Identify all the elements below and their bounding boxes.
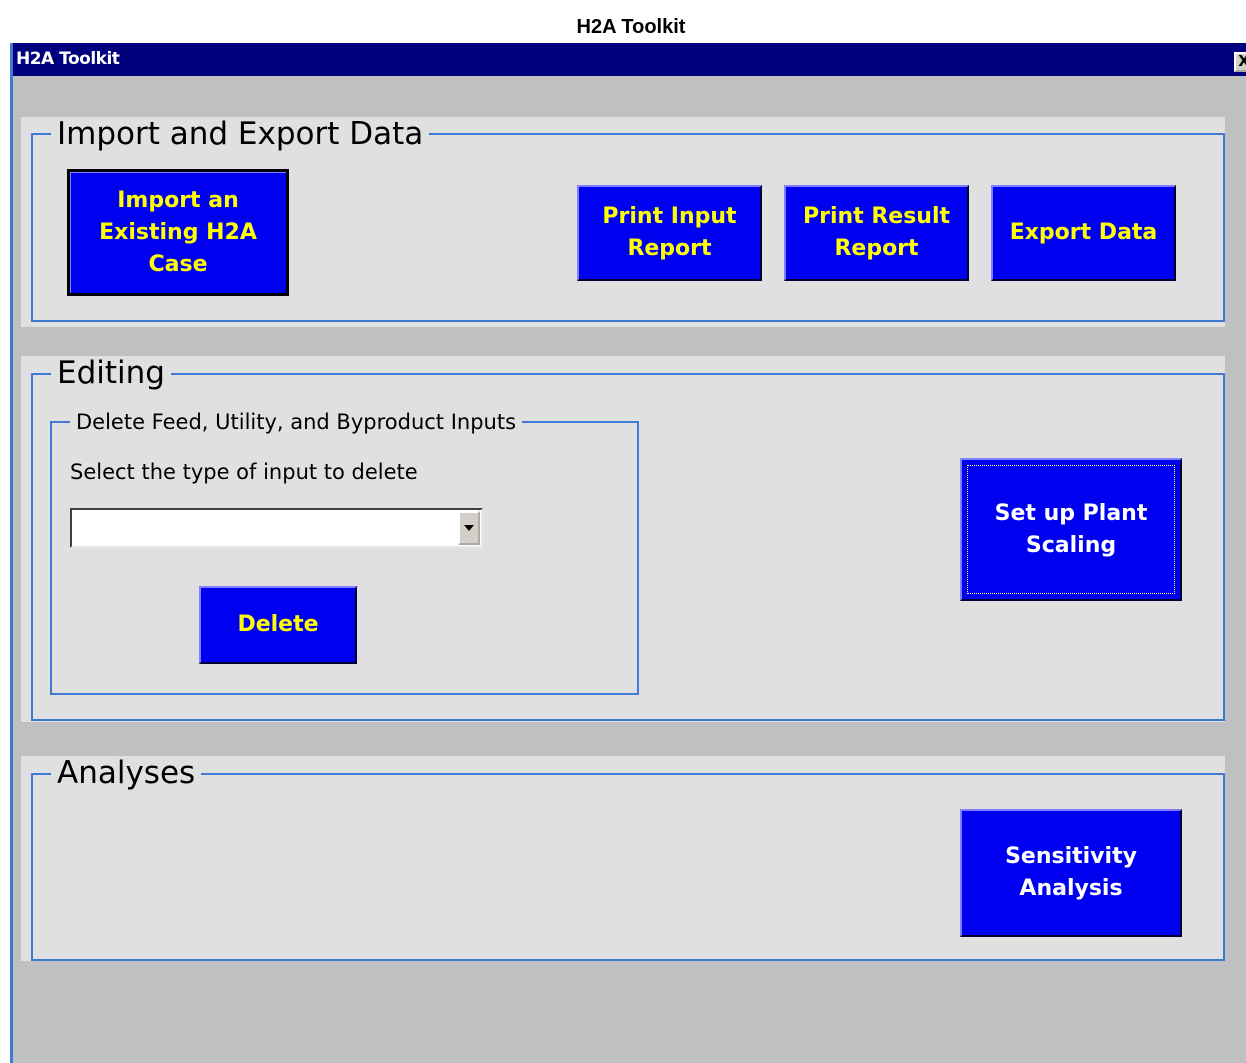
delete-inputs-label: Delete Feed, Utility, and Byproduct Inpu… bbox=[70, 412, 523, 433]
export-data-button[interactable]: Export Data bbox=[991, 185, 1176, 281]
plant-scaling-button[interactable]: Set up Plant Scaling bbox=[960, 458, 1182, 601]
import-export-label: Import and Export Data bbox=[51, 119, 430, 150]
analyses-label: Analyses bbox=[51, 758, 202, 789]
chevron-down-icon bbox=[464, 525, 474, 531]
close-button[interactable]: X bbox=[1234, 52, 1246, 72]
close-icon: X bbox=[1238, 52, 1246, 70]
window-title: H2A Toolkit bbox=[16, 49, 120, 69]
editing-label: Editing bbox=[51, 358, 171, 389]
import-case-button[interactable]: Import an Existing H2A Case bbox=[67, 169, 289, 296]
print-input-report-button[interactable]: Print Input Report bbox=[577, 185, 762, 281]
dropdown-arrow-button[interactable] bbox=[458, 511, 480, 545]
sensitivity-analysis-button[interactable]: Sensitivity Analysis bbox=[960, 809, 1182, 937]
page-caption: H2A Toolkit bbox=[576, 16, 686, 38]
title-bar[interactable]: H2A Toolkit X bbox=[13, 43, 1246, 76]
delete-prompt: Select the type of input to delete bbox=[70, 460, 418, 484]
print-result-report-button[interactable]: Print Result Report bbox=[784, 185, 969, 281]
delete-button[interactable]: Delete bbox=[199, 586, 357, 664]
input-type-select[interactable] bbox=[70, 508, 483, 548]
